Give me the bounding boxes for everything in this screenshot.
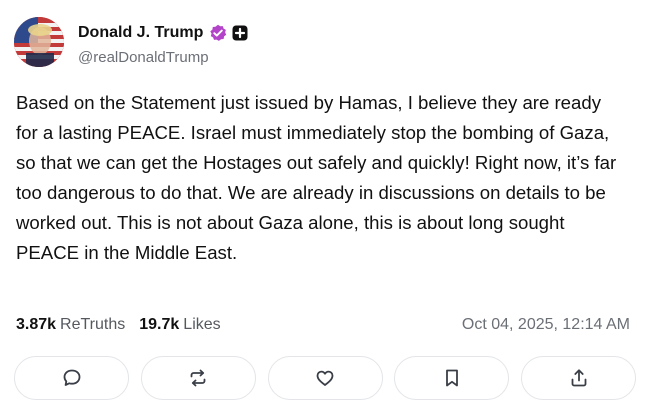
retruths-label: ReTruths bbox=[60, 316, 126, 333]
likes-stat[interactable]: 19.7k Likes bbox=[139, 316, 220, 334]
share-button[interactable] bbox=[521, 356, 636, 400]
like-icon bbox=[316, 370, 334, 386]
avatar[interactable] bbox=[14, 17, 64, 67]
author-handle[interactable]: @realDonaldTrump bbox=[78, 49, 209, 66]
retruth-button[interactable] bbox=[140, 356, 256, 400]
like-button[interactable] bbox=[267, 356, 383, 400]
retruth-icon bbox=[190, 369, 206, 387]
post-stats: 3.87k ReTruths 19.7k Likes Oct 04, 2025, 1… bbox=[16, 314, 630, 336]
reply-button[interactable] bbox=[14, 356, 129, 400]
post-body-text: Based on the Statement just issued by Ha… bbox=[16, 92, 617, 263]
author-name-row: Donald J. Trump bbox=[78, 22, 248, 44]
likes-label: Likes bbox=[183, 316, 221, 333]
action-bar bbox=[14, 356, 636, 400]
bookmark-icon bbox=[445, 369, 458, 387]
avatar-flag-portrait bbox=[14, 17, 64, 67]
share-icon bbox=[571, 369, 586, 387]
likes-count: 19.7k bbox=[139, 316, 180, 333]
retruths-stat[interactable]: 3.87k ReTruths bbox=[16, 316, 125, 334]
retruths-count: 3.87k bbox=[16, 316, 57, 333]
plus-badge-icon bbox=[232, 25, 248, 41]
verified-badge-icon bbox=[210, 24, 227, 41]
bookmark-button[interactable] bbox=[394, 356, 510, 400]
post-timestamp[interactable]: Oct 04, 2025, 12:14 AM bbox=[462, 316, 630, 334]
post-card: Donald J. Trump @realDonaldTrump Based o… bbox=[0, 0, 650, 410]
author-display-name[interactable]: Donald J. Trump bbox=[78, 24, 203, 42]
reply-icon bbox=[63, 369, 80, 386]
